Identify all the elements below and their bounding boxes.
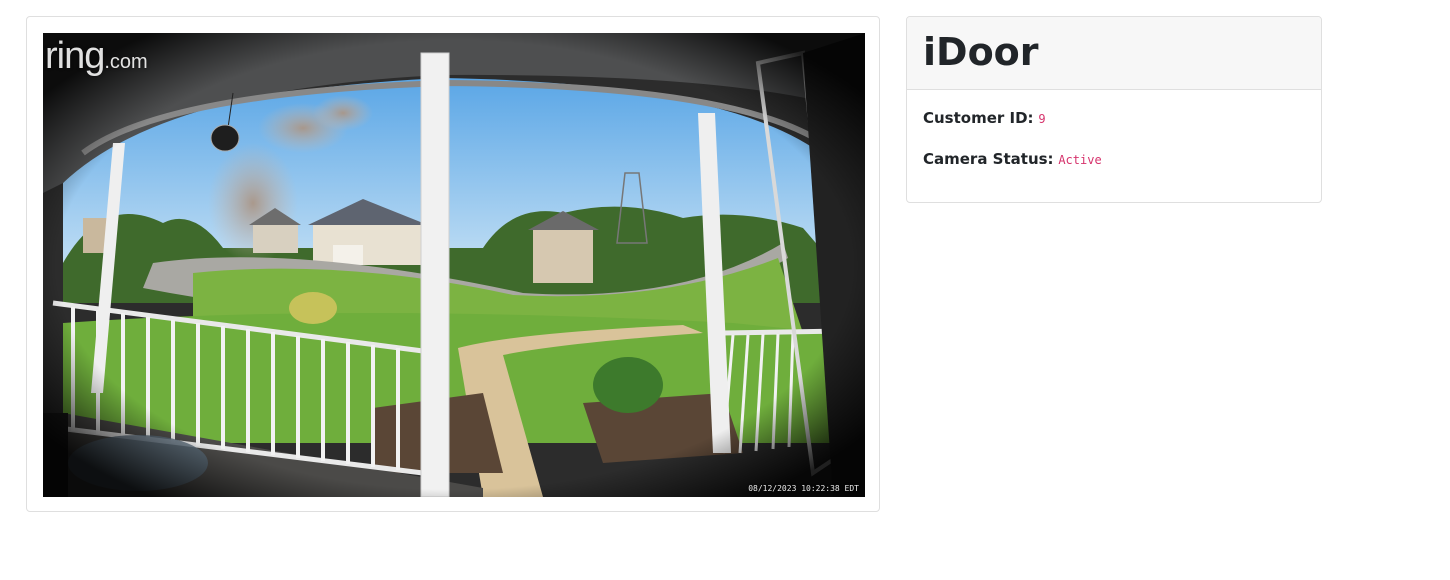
page-title: iDoor [923,30,1039,74]
camera-card: ring.com 08/12/2023 10:22:38 EDT [26,16,880,512]
card-header: iDoor [907,17,1321,90]
camera-status-label: Camera Status: [923,150,1054,168]
doorbell-camera-scene [43,33,865,497]
card-body: Customer ID: 9 Camera Status: Active [907,90,1321,202]
device-info-card: iDoor Customer ID: 9 Camera Status: Acti… [906,16,1322,203]
camera-timestamp: 08/12/2023 10:22:38 EDT [748,484,859,493]
camera-status-value: Active [1058,153,1102,167]
camera-feed-image[interactable]: ring.com 08/12/2023 10:22:38 EDT [43,33,865,497]
ring-logo: ring.com [45,35,148,77]
customer-id-value: 9 [1038,112,1046,126]
customer-id-row: Customer ID: 9 [923,108,1305,129]
customer-id-label: Customer ID: [923,109,1034,127]
camera-status-row: Camera Status: Active [923,149,1305,170]
